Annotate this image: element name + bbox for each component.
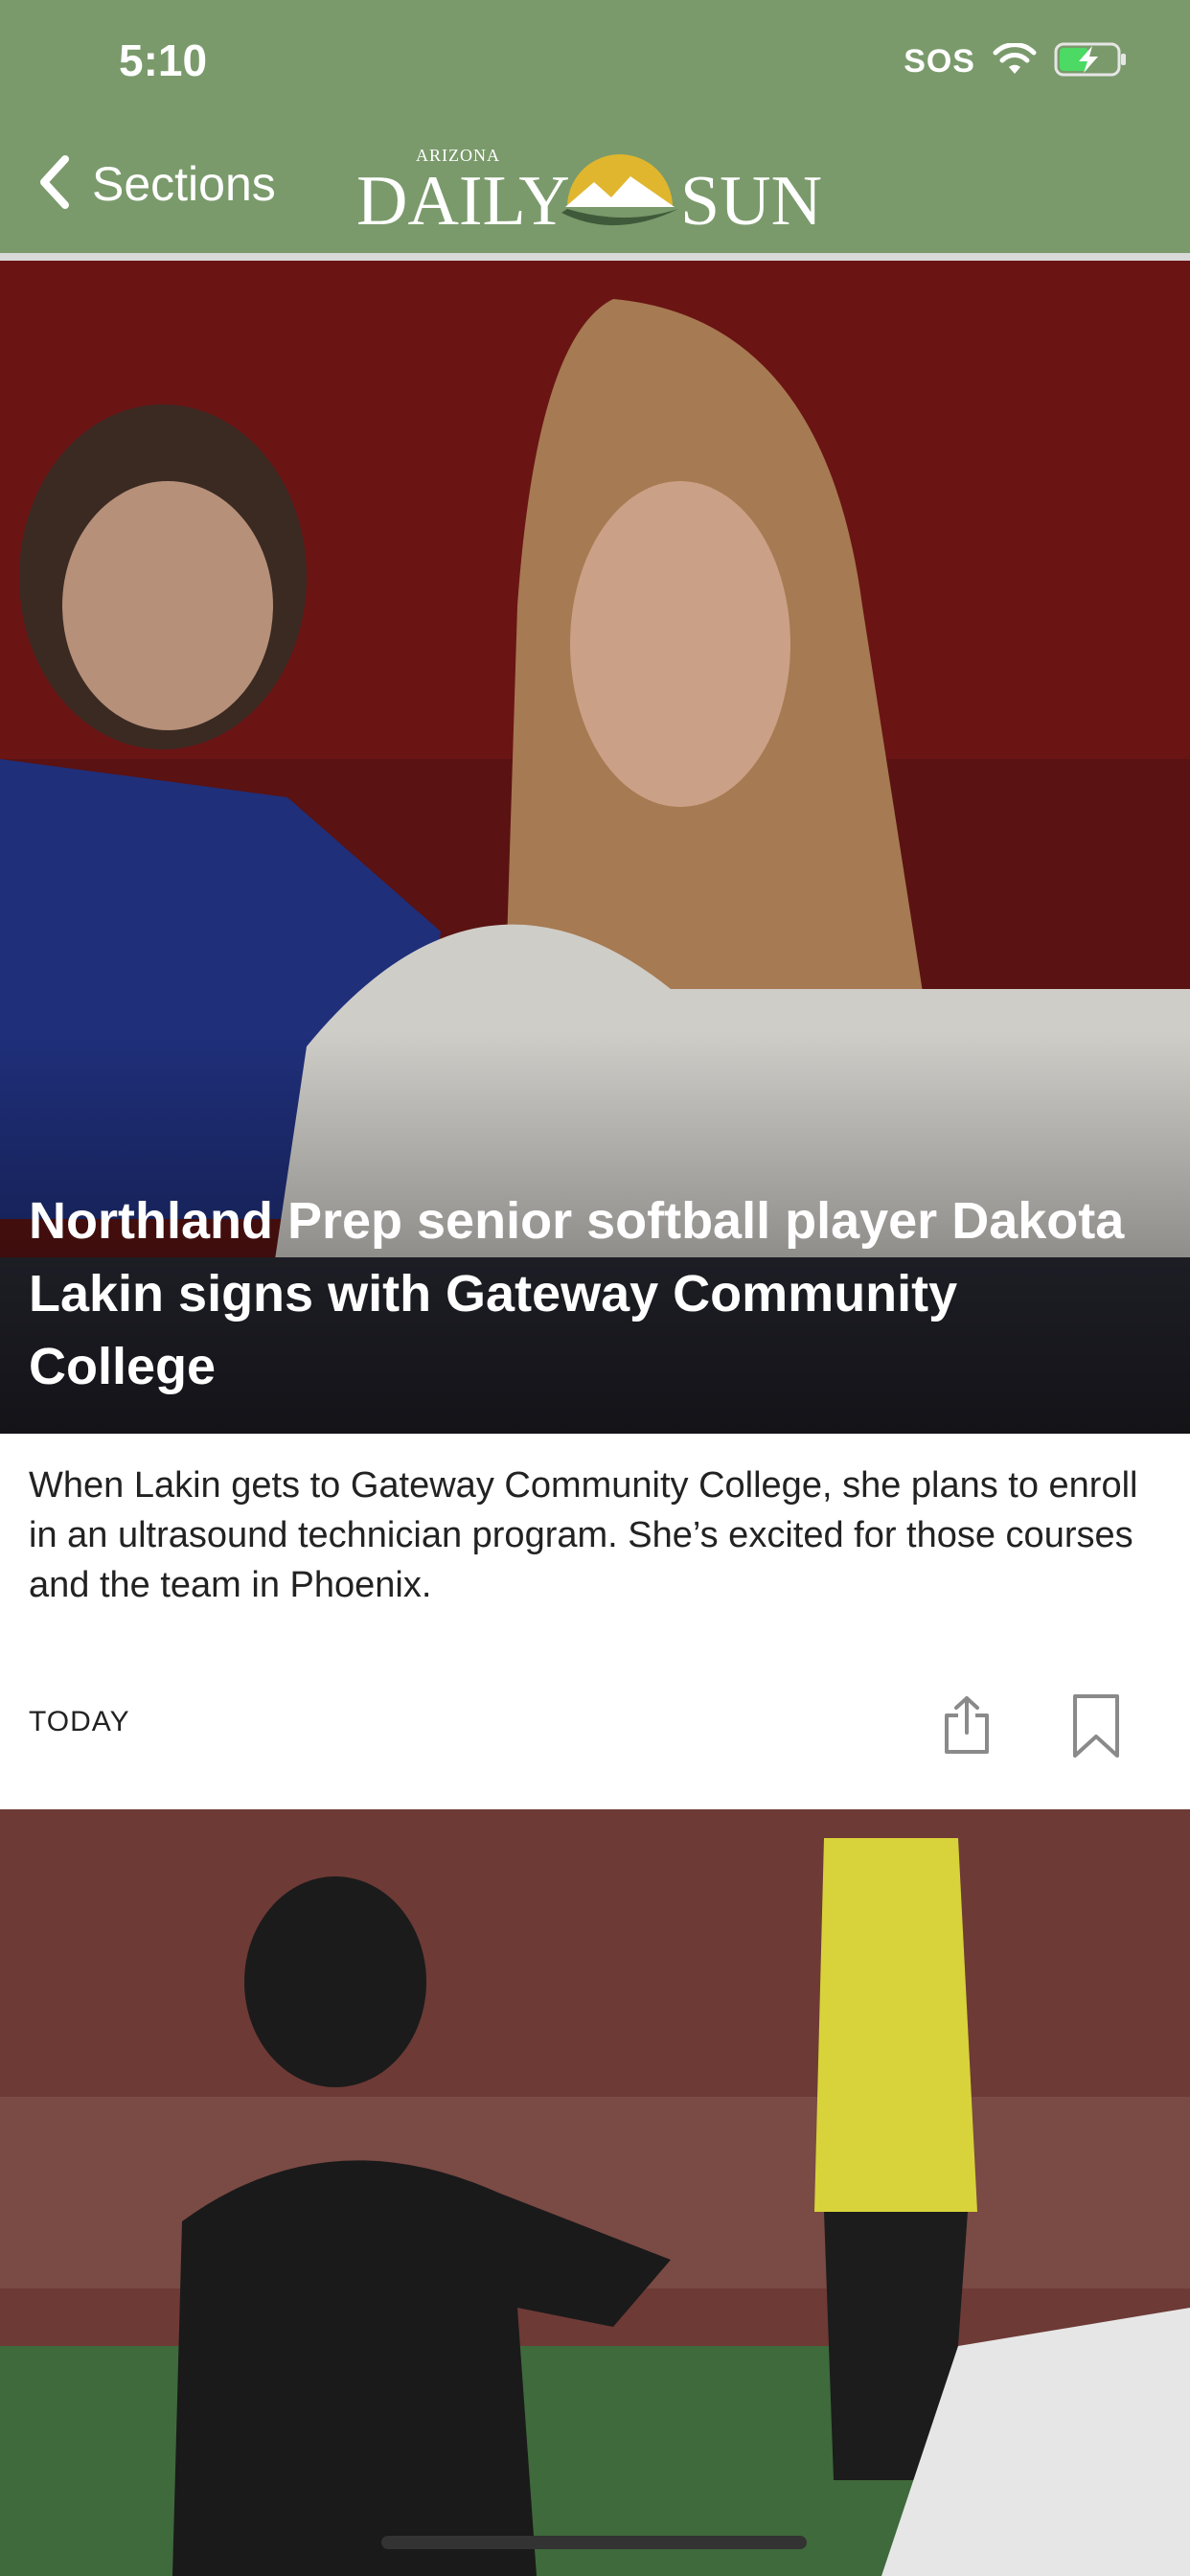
share-button[interactable] [941,1694,993,1760]
next-article-photo-illustration [0,1809,1190,2576]
logo-word-daily: DAILY [356,162,570,241]
mountain-sun-icon [558,150,682,242]
home-indicator[interactable] [381,2536,807,2549]
article-date: TODAY [29,1706,130,1737]
article-hero-image[interactable]: Northland Prep senior softball player Da… [0,261,1190,1434]
status-time: 5:10 [119,35,208,85]
logo-word-sun: SUN [680,162,823,241]
next-article-image[interactable] [0,1809,1190,2576]
chevron-left-icon [34,153,73,215]
back-label: Sections [92,157,276,211]
battery-charging-icon [1054,42,1129,80]
bookmark-icon [1069,1694,1123,1763]
sos-indicator: SOS [904,42,975,80]
app-logo: ARIZONA DAILY SUN [356,142,835,241]
app-header: 5:10 SOS Sections ARIZONA DAILY SUN [0,0,1190,261]
share-icon [941,1696,993,1760]
article-headline[interactable]: Northland Prep senior softball player Da… [29,1184,1152,1403]
bookmark-button[interactable] [1069,1692,1123,1763]
status-icons: SOS [904,42,1129,80]
article-summary: When Lakin gets to Gateway Community Col… [29,1465,1138,1605]
wifi-icon [993,42,1037,80]
back-button[interactable]: Sections [34,153,276,215]
